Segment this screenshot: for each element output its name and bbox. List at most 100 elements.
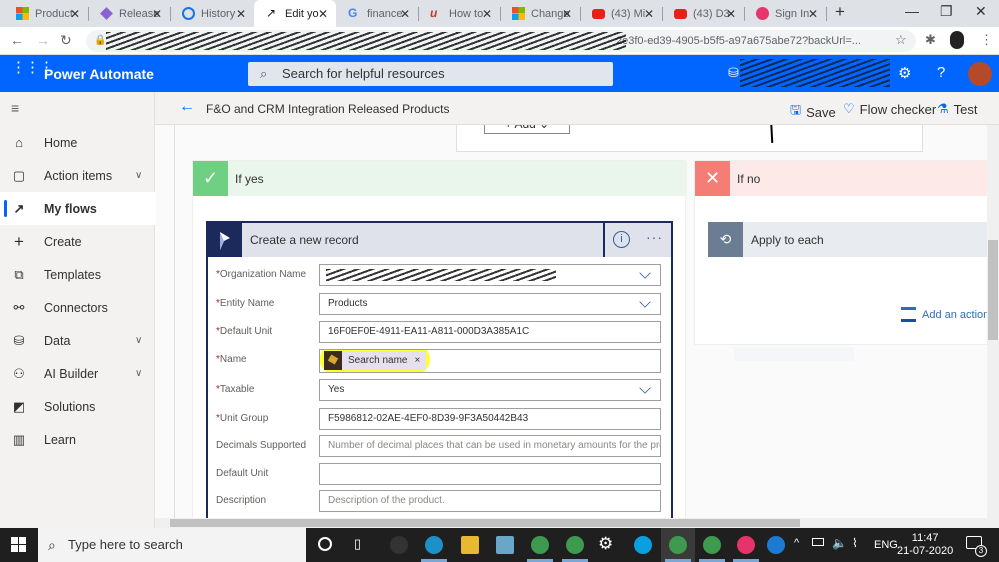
address-bar[interactable]: 🔒 2e3f0-ed39-4905-b5f5-a97a675abe72?back… [86, 30, 916, 52]
sidebar-item-solutions[interactable]: ◩ Solutions [0, 390, 155, 423]
sidebar-item-data[interactable]: ⛁ Data ∨ [0, 324, 155, 357]
browser-tab-active[interactable]: ↗ Edit yo ✕ [254, 0, 336, 27]
if-no-header[interactable]: ✕ If no [695, 161, 987, 196]
flow-checker-button[interactable]: ♡ Flow checker [843, 101, 936, 117]
browser-tab[interactable]: Change ✕ [500, 0, 580, 27]
app-icon[interactable] [496, 536, 514, 554]
user-avatar[interactable] [968, 62, 992, 86]
battery-icon[interactable] [812, 538, 824, 546]
sidebar-item-ai-builder[interactable]: ⚇ AI Builder ∨ [0, 357, 155, 390]
close-window-icon[interactable]: ✕ [975, 3, 987, 20]
test-button[interactable]: ⚗ Test [937, 101, 978, 117]
browser-tab[interactable]: (43) Mi ✕ [580, 0, 662, 27]
volume-icon[interactable]: 🔈 [832, 536, 847, 550]
help-icon[interactable] [767, 536, 785, 554]
skype-icon[interactable] [634, 536, 652, 554]
sidebar-item-create[interactable]: + Create [0, 225, 155, 258]
close-tab-icon[interactable]: ✕ [726, 7, 736, 21]
close-tab-icon[interactable]: ✕ [644, 7, 654, 21]
close-tab-icon[interactable]: ✕ [236, 7, 246, 21]
close-tab-icon[interactable]: ✕ [318, 7, 328, 21]
remove-token-icon[interactable]: × [414, 351, 420, 371]
info-icon[interactable]: i [613, 231, 630, 248]
entity-name-dropdown[interactable]: Products [319, 293, 661, 315]
browser-tab[interactable]: Release ✕ [88, 0, 170, 27]
language-indicator[interactable]: ENG [874, 539, 898, 551]
taskbar-search-input[interactable]: ⌕ Type here to search [38, 528, 306, 562]
if-yes-header[interactable]: ✓ If yes [193, 161, 687, 196]
media-player-icon[interactable] [737, 536, 755, 554]
sidebar-item-learn[interactable]: ▥ Learn [0, 423, 155, 456]
more-options-icon[interactable]: ··· [646, 229, 663, 245]
new-tab-button[interactable]: + [835, 2, 845, 22]
extensions-icon[interactable]: ✱ [925, 32, 936, 48]
decimals-supported-input[interactable]: Number of decimal places that can be use… [319, 435, 661, 457]
close-tab-icon[interactable]: ✕ [400, 7, 410, 21]
windows-start-icon[interactable] [11, 537, 26, 552]
forward-icon[interactable]: → [36, 32, 50, 48]
default-unit-optional-input[interactable] [319, 463, 661, 485]
chevron-down-icon[interactable]: ∨ [135, 170, 142, 181]
settings-gear-icon[interactable]: ⚙ [598, 534, 613, 554]
description-input[interactable]: Description of the product. [319, 490, 661, 512]
browser-tab[interactable]: u How to ✕ [418, 0, 500, 27]
close-tab-icon[interactable]: ✕ [70, 7, 80, 21]
default-unit-input[interactable]: 16F0EF0E-4911-EA11-A811-000D3A385A1C [319, 321, 661, 343]
network-icon[interactable]: ⌇ [852, 536, 858, 550]
taxable-dropdown[interactable]: Yes [319, 379, 661, 401]
back-arrow-icon[interactable]: ← [179, 98, 195, 116]
name-input[interactable]: Search name × [319, 349, 661, 373]
field-default-unit-required: *Default Unit 16F0EF0E-4911-EA11-A811-00… [216, 321, 666, 345]
chevron-down-icon[interactable]: ∨ [135, 368, 142, 379]
unit-group-input[interactable]: F5986812-02AE-4EF0-8D39-9F3A50442B43 [319, 408, 661, 430]
add-an-action-button[interactable]: Add an action [901, 307, 987, 322]
hamburger-menu-icon[interactable]: ≡ [11, 100, 19, 116]
reload-icon[interactable]: ↻ [60, 32, 72, 49]
search-input[interactable]: ⌕ Search for helpful resources [248, 62, 613, 86]
apply-to-each-card[interactable]: ⟲ Apply to each [708, 222, 987, 257]
browser-tab[interactable]: Sign In ✕ [744, 0, 826, 27]
close-tab-icon[interactable]: ✕ [482, 7, 492, 21]
browser-tab[interactable]: Product ✕ [4, 0, 88, 27]
save-button[interactable]: 🖫 Save [790, 101, 836, 123]
dynamic-content-token[interactable]: Search name × [324, 351, 427, 371]
sidebar-item-action-items[interactable]: ▢ Action items ∨ [0, 159, 155, 192]
chrome-icon[interactable] [566, 536, 584, 554]
browser-tab[interactable]: History ✕ [170, 0, 254, 27]
show-hidden-icons[interactable]: ^ [794, 537, 799, 549]
app-icon[interactable] [390, 536, 408, 554]
environment-icon[interactable]: ⛁ [728, 65, 739, 81]
restore-icon[interactable]: ❐ [940, 3, 953, 20]
chrome-icon[interactable] [703, 536, 721, 554]
browser-tab[interactable]: (43) D3 ✕ [662, 0, 744, 27]
vertical-scrollbar[interactable] [987, 125, 999, 518]
browser-menu-icon[interactable]: ⋮ [980, 32, 993, 48]
clock[interactable]: 11:47 21-07-2020 [897, 532, 953, 558]
minimize-icon[interactable]: — [905, 3, 919, 19]
close-tab-icon[interactable]: ✕ [808, 7, 818, 21]
sidebar-item-templates[interactable]: ⧉ Templates [0, 258, 155, 291]
add-button[interactable]: + Add ⌄ [484, 125, 570, 134]
sidebar-item-connectors[interactable]: ⚯ Connectors [0, 291, 155, 324]
chrome-icon[interactable] [531, 536, 549, 554]
chrome-icon[interactable] [669, 536, 687, 554]
browser-tab[interactable]: G finance ✕ [336, 0, 418, 27]
help-icon[interactable]: ? [937, 64, 945, 81]
profile-avatar[interactable] [950, 31, 964, 49]
bookmark-star-icon[interactable]: ☆ [895, 32, 907, 48]
close-tab-icon[interactable]: ✕ [152, 7, 162, 21]
sidebar-item-home[interactable]: ⌂ Home [0, 126, 155, 159]
close-tab-icon[interactable]: ✕ [562, 7, 572, 21]
action-card-header[interactable]: Create a new record i ··· [208, 223, 671, 257]
chevron-down-icon[interactable]: ∨ [135, 335, 142, 346]
back-icon[interactable]: ← [10, 32, 24, 48]
app-name[interactable]: Power Automate [44, 66, 154, 82]
edge-icon[interactable] [425, 536, 443, 554]
settings-gear-icon[interactable]: ⚙ [898, 64, 911, 82]
organization-name-dropdown[interactable] [319, 264, 661, 286]
file-explorer-icon[interactable] [461, 536, 479, 554]
task-view-icon[interactable]: ▯ [354, 536, 361, 552]
cortana-icon[interactable] [318, 537, 332, 551]
sidebar-item-my-flows[interactable]: ↗ My flows [0, 192, 155, 225]
horizontal-scrollbar[interactable] [155, 518, 999, 528]
